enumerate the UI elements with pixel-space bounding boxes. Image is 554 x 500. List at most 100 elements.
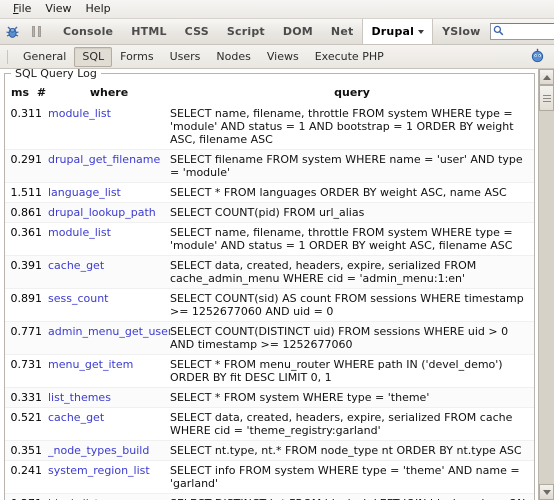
cell-where-link[interactable]: drupal_lookup_path [48,202,170,223]
cell-count: 1 [35,288,48,322]
table-row[interactable]: 0.36 1 module_list SELECT name, filename, t… [5,222,534,256]
cell-ms: 0.33 [5,387,35,408]
cell-ms: 1.51 [5,182,35,203]
cell-where-link[interactable]: _node_types_build [48,440,170,461]
drupal-subtoolbar: General SQL Forms Users Nodes Views Exec… [0,45,554,69]
panel-tab-yslow[interactable]: YSlow [433,19,489,44]
tab-users[interactable]: Users [162,47,209,67]
chevron-down-icon[interactable] [418,29,425,34]
cell-query: SELECT data, created, headers, expire, s… [170,255,534,289]
search-input[interactable] [505,25,554,38]
panel-tab-css[interactable]: CSS [176,19,218,44]
menu-view-label: View [45,2,72,15]
panel-tab-drupal[interactable]: Drupal [362,19,434,44]
cell-ms: 0.89 [5,288,35,322]
cell-count: 1 [35,202,48,223]
tab-general-label: General [23,49,67,63]
cell-where-link[interactable]: module_list [48,104,170,150]
firebug-bug-button[interactable] [0,19,24,44]
panel-tab-drupal-label: Drupal [371,25,415,38]
tab-general[interactable]: General [15,47,74,67]
tab-sql[interactable]: SQL [74,46,113,67]
table-header-row: ms # where query [5,84,534,104]
table-row[interactable]: 0.31 1 module_list SELECT name, filename, t… [5,104,534,150]
cell-where-link[interactable]: module_list [48,222,170,256]
content-area: SQL Query Log ms # where query 0.31 1 modu… [0,69,554,500]
table-row[interactable]: 0.52 1 cache_get SELECT data, created, head… [5,407,534,441]
cell-where-link[interactable]: language_list [48,182,170,203]
cell-query: SELECT COUNT(pid) FROM url_alias [170,202,534,223]
tab-execute-php[interactable]: Execute PHP [307,47,392,67]
panel-tab-script[interactable]: Script [218,19,274,44]
cell-ms: 0.31 [5,104,35,150]
tab-views-label: Views [266,49,299,63]
search-box[interactable] [489,23,554,40]
cell-where-link[interactable]: cache_get [48,255,170,289]
cell-where-link[interactable]: system_region_list [48,460,170,494]
cell-query: SELECT info FROM system WHERE type = 'th… [170,460,534,494]
column-header-ms[interactable]: ms [5,84,35,104]
sql-panel: SQL Query Log ms # where query 0.31 1 modu… [0,69,538,500]
cell-where-link[interactable]: list_themes [48,387,170,408]
cell-ms: 0.77 [5,321,35,355]
tab-views[interactable]: Views [259,47,307,67]
cell-query: SELECT * FROM menu_router WHERE path IN … [170,354,534,388]
cell-query: SELECT COUNT(DISTINCT uid) FROM sessions… [170,321,534,355]
cell-count: 1 [35,387,48,408]
table-row[interactable]: 0.33 1 list_themes SELECT * FROM system WHE… [5,387,534,408]
table-row[interactable]: 1.51 1 language_list SELECT * FROM language… [5,182,534,203]
scroll-thumb[interactable] [539,85,554,111]
firebug-toolbar: Console HTML CSS Script DOM Net Drupal Y… [0,19,554,45]
pause-icon [31,26,41,37]
cell-where-link[interactable]: admin_menu_get_user_count [48,321,170,355]
sql-query-table-body: 0.31 1 module_list SELECT name, filename, t… [5,104,534,500]
firebug-window: File View Help Console HTML CSS Script D… [0,0,554,500]
pause-button[interactable] [24,19,48,44]
tab-forms[interactable]: Forms [112,47,161,67]
table-row[interactable]: 0.29 1 drupal_get_filename SELECT filename … [5,149,534,183]
cell-count: 1 [35,149,48,183]
panel-tab-net[interactable]: Net [322,19,363,44]
cell-where-link[interactable]: block_list [48,493,170,500]
table-row[interactable]: 0.24 1 system_region_list SELECT info FROM … [5,460,534,494]
scroll-up-button[interactable] [539,69,554,85]
cell-count: 1 [35,321,48,355]
panel-tab-net-label: Net [330,25,354,38]
cell-where-link[interactable]: drupal_get_filename [48,149,170,183]
cell-count: 1 [35,407,48,441]
panel-tab-script-label: Script [226,25,265,38]
tab-users-label: Users [169,49,201,63]
table-row[interactable]: 0.35 1 _node_types_build SELECT nt.type, nt… [5,440,534,461]
cell-where-link[interactable]: cache_get [48,407,170,441]
column-header-query[interactable]: query [170,84,534,104]
table-row[interactable]: 0.771admin_menu_get_user_countSELECT COU… [5,321,534,355]
vertical-scrollbar[interactable] [538,69,554,500]
menu-view[interactable]: View [38,1,78,17]
column-header-count[interactable]: # [35,84,48,104]
column-header-where[interactable]: where [48,84,170,104]
cell-where-link[interactable]: sess_count [48,288,170,322]
drupal-logo-button[interactable] [530,48,554,66]
firebug-panel-tabs: Console HTML CSS Script DOM Net Drupal Y… [54,19,490,44]
menu-help[interactable]: Help [79,1,118,17]
cell-query: SELECT name, filename, throttle FROM sys… [170,104,534,150]
table-row[interactable]: 0.89 1 sess_count SELECT COUNT(sid) AS coun… [5,288,534,322]
cell-count: 1 [35,104,48,150]
sql-query-table: ms # where query 0.31 1 module_list SELECT … [5,84,534,500]
panel-tab-console[interactable]: Console [54,19,122,44]
table-row[interactable]: 0.271block_listSELECT DISTINCT b.* FROM … [5,493,534,500]
table-row[interactable]: 0.73 1 menu_get_item SELECT * FROM menu_rou… [5,354,534,388]
cell-where-link[interactable]: menu_get_item [48,354,170,388]
table-row[interactable]: 0.86 1 drupal_lookup_path SELECT COUNT(pid)… [5,202,534,223]
menu-file[interactable]: File [6,1,38,17]
tab-nodes-label: Nodes [216,49,251,63]
cell-ms: 0.27 [5,493,35,500]
panel-tab-html[interactable]: HTML [122,19,175,44]
tab-execute-php-label: Execute PHP [314,49,384,63]
cell-count: 1 [35,182,48,203]
scroll-down-button[interactable] [539,484,554,500]
cell-query: SELECT * FROM system WHERE type = 'theme… [170,387,534,408]
panel-tab-dom[interactable]: DOM [274,19,322,44]
table-row[interactable]: 0.39 1 cache_get SELECT data, created, head… [5,255,534,289]
tab-nodes[interactable]: Nodes [208,47,258,67]
